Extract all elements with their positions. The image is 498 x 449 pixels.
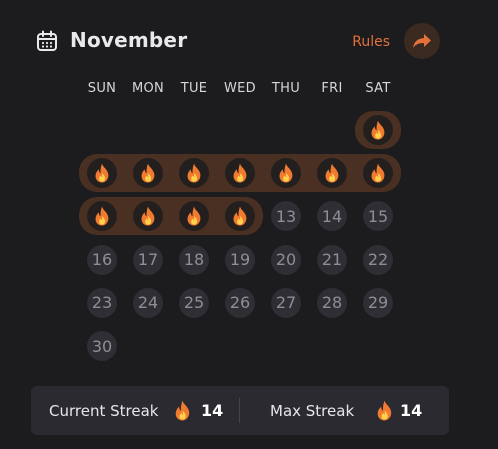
- day-cell[interactable]: 29: [363, 287, 393, 318]
- day-cell[interactable]: 20: [271, 244, 301, 275]
- rules-link[interactable]: Rules: [352, 34, 390, 50]
- day-cell[interactable]: 24: [133, 287, 163, 318]
- day-cell[interactable]: 14: [317, 201, 347, 232]
- day-cell[interactable]: 27: [271, 287, 301, 318]
- day-cell-streak[interactable]: [363, 115, 393, 145]
- fire-icon: [325, 163, 339, 183]
- day-cell[interactable]: 15: [363, 201, 393, 232]
- weekday-fri: FRI: [321, 81, 343, 96]
- day-cell[interactable]: 19: [225, 244, 255, 275]
- weekday-tue: TUE: [180, 81, 208, 96]
- day-cell[interactable]: 17: [133, 244, 163, 275]
- day-cell-streak[interactable]: [225, 158, 255, 189]
- fire-icon: [377, 400, 392, 421]
- day-cell-streak[interactable]: [363, 158, 393, 189]
- fire-icon: [187, 206, 201, 226]
- current-streak-label: Current Streak: [49, 402, 159, 420]
- fire-icon: [141, 163, 155, 183]
- fire-icon: [141, 206, 155, 226]
- max-streak-label: Max Streak: [270, 402, 355, 420]
- fire-icon: [371, 163, 385, 183]
- day-cell[interactable]: 30: [87, 331, 117, 361]
- current-streak-value: 14: [201, 401, 224, 420]
- day-cell[interactable]: 13: [271, 201, 301, 232]
- weekday-wed: WED: [224, 81, 256, 96]
- streak-summary: Current Streak 14 Max Streak 14: [31, 386, 449, 435]
- day-cell[interactable]: 18: [179, 244, 209, 275]
- share-arrow-icon: [413, 34, 431, 48]
- footer-divider: [239, 398, 240, 423]
- fire-icon: [95, 163, 109, 183]
- day-cell[interactable]: 26: [225, 287, 255, 318]
- day-cell[interactable]: 25: [179, 287, 209, 318]
- fire-icon: [279, 163, 293, 183]
- weekday-sun: SUN: [87, 81, 117, 96]
- day-cell[interactable]: 22: [363, 244, 393, 275]
- fire-icon: [233, 163, 247, 183]
- calendar-icon: [37, 30, 57, 51]
- day-cell[interactable]: 16: [87, 244, 117, 275]
- day-cell-streak[interactable]: [179, 158, 209, 189]
- day-cell[interactable]: 28: [317, 287, 347, 318]
- fire-icon: [95, 206, 109, 226]
- day-cell-streak[interactable]: [87, 158, 117, 189]
- share-button[interactable]: [404, 23, 440, 59]
- day-cell-streak[interactable]: [133, 158, 163, 189]
- calendar-header: November Rules: [36, 23, 440, 59]
- day-cell-streak[interactable]: [271, 158, 301, 189]
- weekday-sat: SAT: [365, 81, 391, 96]
- fire-icon: [175, 400, 190, 421]
- max-streak-value: 14: [400, 401, 423, 420]
- weekday-mon: MON: [131, 81, 165, 96]
- fire-icon: [371, 120, 385, 140]
- weekday-thu: THU: [271, 81, 301, 96]
- fire-icon: [233, 206, 247, 226]
- month-title: November: [70, 28, 188, 52]
- day-cell[interactable]: 23: [87, 287, 117, 318]
- day-cell-streak[interactable]: [317, 158, 347, 189]
- fire-icon: [187, 163, 201, 183]
- day-cell[interactable]: 21: [317, 244, 347, 275]
- streak-calendar-card: November Rules SUN MON TUE WED THU FRI SAT 13 1…: [0, 0, 498, 449]
